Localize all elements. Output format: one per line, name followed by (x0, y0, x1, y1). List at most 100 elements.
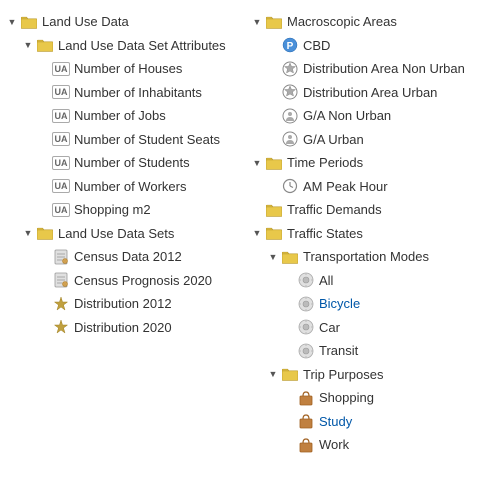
node-label-transport-modes: Transportation Modes (303, 247, 429, 267)
node-label-study: Study (319, 412, 352, 432)
parking-icon: P (281, 36, 299, 54)
census-icon (52, 271, 70, 289)
node-label-trip-purposes: Trip Purposes (303, 365, 383, 385)
tree-node-num-houses[interactable]: UA Number of Houses (5, 57, 250, 81)
folder-icon (20, 13, 38, 31)
node-label-num-student-seats: Number of Student Seats (74, 130, 220, 150)
node-label-traffic-demands: Traffic Demands (287, 200, 382, 220)
node-label-land-use-data-sets: Land Use Data Sets (58, 224, 174, 244)
tree-node-cbd[interactable]: P CBD (250, 34, 495, 58)
ua-icon: UA (52, 85, 70, 99)
chevron-down-icon (250, 156, 264, 170)
tree-node-all[interactable]: All (250, 269, 495, 293)
node-label-all: All (319, 271, 333, 291)
distribution-icon (52, 295, 70, 313)
folder-icon (265, 224, 283, 242)
tree-node-work[interactable]: Work (250, 433, 495, 457)
tree-node-census-2012[interactable]: Census Data 2012 (5, 245, 250, 269)
chevron-down-icon (250, 15, 264, 29)
tree-node-dist-urban[interactable]: Distribution Area Urban (250, 81, 495, 105)
node-label-land-use-data: Land Use Data (42, 12, 129, 32)
tree-node-num-workers[interactable]: UA Number of Workers (5, 175, 250, 199)
tree-node-shopping[interactable]: Shopping (250, 386, 495, 410)
node-label-ga-non-urban: G/A Non Urban (303, 106, 391, 126)
tree-node-transit[interactable]: Transit (250, 339, 495, 363)
tree-node-traffic-demands[interactable]: Traffic Demands (250, 198, 495, 222)
tree-node-dist-non-urban[interactable]: Distribution Area Non Urban (250, 57, 495, 81)
tree-node-num-student-seats[interactable]: UA Number of Student Seats (5, 128, 250, 152)
transport-icon (297, 342, 315, 360)
folder-icon (265, 154, 283, 172)
tree-node-land-use-data-set-attrs[interactable]: Land Use Data Set Attributes (5, 34, 250, 58)
zone-icon (281, 83, 299, 101)
tree-node-transport-modes[interactable]: Transportation Modes (250, 245, 495, 269)
tree-node-shopping-m2[interactable]: UAShopping m2 (5, 198, 250, 222)
node-label-land-use-data-set-attrs: Land Use Data Set Attributes (58, 36, 226, 56)
node-label-work: Work (319, 435, 349, 455)
transport-icon (297, 271, 315, 289)
tree-node-am-peak[interactable]: AM Peak Hour (250, 175, 495, 199)
tree-node-bicycle[interactable]: Bicycle (250, 292, 495, 316)
node-label-traffic-states: Traffic States (287, 224, 363, 244)
ua-icon: UA (52, 132, 70, 146)
zone2-icon (281, 107, 299, 125)
node-label-num-students: Number of Students (74, 153, 190, 173)
tree-node-ga-urban[interactable]: G/A Urban (250, 128, 495, 152)
tree-node-time-periods[interactable]: Time Periods (250, 151, 495, 175)
tree-node-macroscopic-areas[interactable]: Macroscopic Areas (250, 10, 495, 34)
node-label-census-2020: Census Prognosis 2020 (74, 271, 212, 291)
node-label-num-jobs: Number of Jobs (74, 106, 166, 126)
tree-node-trip-purposes[interactable]: Trip Purposes (250, 363, 495, 387)
tree-column-left: Land Use Data Land Use Data Set Attribut… (5, 10, 250, 490)
node-label-ga-urban: G/A Urban (303, 130, 364, 150)
folder-icon (265, 201, 283, 219)
tree-node-land-use-data-sets[interactable]: Land Use Data Sets (5, 222, 250, 246)
tree-node-traffic-states[interactable]: Traffic States (250, 222, 495, 246)
node-label-dist-urban: Distribution Area Urban (303, 83, 437, 103)
bag-icon (297, 412, 315, 430)
node-label-transit: Transit (319, 341, 358, 361)
tree-container: Land Use Data Land Use Data Set Attribut… (0, 0, 500, 500)
ua-icon: UA (52, 156, 70, 170)
node-label-dist-2020: Distribution 2020 (74, 318, 172, 338)
node-label-cbd: CBD (303, 36, 330, 56)
bag-icon (297, 436, 315, 454)
tree-node-census-2020[interactable]: Census Prognosis 2020 (5, 269, 250, 293)
node-label-dist-2012: Distribution 2012 (74, 294, 172, 314)
svg-text:P: P (287, 41, 294, 52)
ua-icon: UA (52, 179, 70, 193)
tree-node-num-inhabitants[interactable]: UA Number of Inhabitants (5, 81, 250, 105)
tree-node-dist-2020[interactable]: Distribution 2020 (5, 316, 250, 340)
chevron-down-icon (266, 250, 280, 264)
node-label-macroscopic-areas: Macroscopic Areas (287, 12, 397, 32)
chevron-down-icon (266, 367, 280, 381)
node-label-time-periods: Time Periods (287, 153, 363, 173)
node-label-num-houses: Number of Houses (74, 59, 182, 79)
tree-node-study[interactable]: Study (250, 410, 495, 434)
node-label-census-2012: Census Data 2012 (74, 247, 182, 267)
node-label-shopping-m2: Shopping m2 (74, 200, 151, 220)
tree-node-dist-2012[interactable]: Distribution 2012 (5, 292, 250, 316)
tree-node-ga-non-urban[interactable]: G/A Non Urban (250, 104, 495, 128)
folder-icon (281, 365, 299, 383)
node-label-dist-non-urban: Distribution Area Non Urban (303, 59, 465, 79)
chevron-down-icon (250, 226, 264, 240)
tree-node-num-jobs[interactable]: UA Number of Jobs (5, 104, 250, 128)
tree-node-land-use-data[interactable]: Land Use Data (5, 10, 250, 34)
node-label-car: Car (319, 318, 340, 338)
distribution-icon (52, 318, 70, 336)
chevron-down-icon (21, 226, 35, 240)
folder-icon (36, 36, 54, 54)
tree-node-car[interactable]: Car (250, 316, 495, 340)
ua-icon: UA (52, 109, 70, 123)
tree-column-right: Macroscopic Areas P CBD Distribution Are… (250, 10, 495, 490)
zone-icon (281, 60, 299, 78)
node-label-num-workers: Number of Workers (74, 177, 186, 197)
tree-node-num-students[interactable]: UA Number of Students (5, 151, 250, 175)
folder-icon (36, 224, 54, 242)
zone2-icon (281, 130, 299, 148)
node-label-shopping: Shopping (319, 388, 374, 408)
node-label-num-inhabitants: Number of Inhabitants (74, 83, 202, 103)
ua-icon: UA (52, 62, 70, 76)
node-label-bicycle: Bicycle (319, 294, 360, 314)
